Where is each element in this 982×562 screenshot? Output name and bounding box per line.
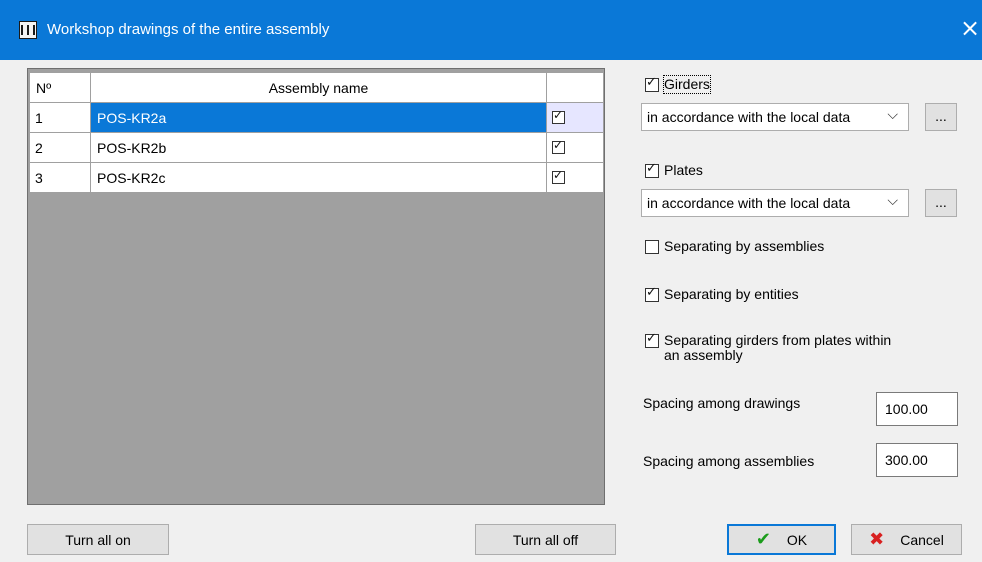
row-number: 3 xyxy=(29,162,91,193)
girders-mode-value: in accordance with the local data xyxy=(647,109,851,125)
title-bar[interactable]: Workshop drawings of the entire assembly… xyxy=(0,0,982,60)
cancel-label: Cancel xyxy=(900,531,944,548)
assembly-name-cell[interactable]: POS-KR2a xyxy=(90,102,547,133)
separate-by-assemblies-checkbox[interactable] xyxy=(645,240,659,254)
column-header-assembly-name[interactable]: Assembly name xyxy=(90,72,547,103)
include-checkbox[interactable] xyxy=(552,138,565,154)
girders-more-button[interactable]: ... xyxy=(925,103,957,131)
spacing-assemblies-input[interactable] xyxy=(876,443,958,477)
separate-by-assemblies-label[interactable]: Separating by assemblies xyxy=(664,238,824,255)
row-number: 2 xyxy=(29,132,91,163)
cross-icon: ✖ xyxy=(869,529,885,550)
ok-button[interactable]: ✔ OK xyxy=(727,524,836,555)
row-number: 1 xyxy=(29,102,91,133)
checkmark-icon: ✔ xyxy=(755,529,771,550)
assembly-grid[interactable]: Nº Assembly name 1 POS-KR2a 2 POS-KR2b xyxy=(27,68,605,505)
window-title: Workshop drawings of the entire assembly xyxy=(47,21,330,38)
include-cell[interactable] xyxy=(546,132,604,163)
column-header-include[interactable] xyxy=(546,72,604,103)
separate-by-entities-checkbox[interactable] xyxy=(645,285,659,302)
table-row[interactable]: 1 POS-KR2a xyxy=(29,102,604,133)
close-icon[interactable]: × xyxy=(960,16,980,40)
spacing-assemblies-label: Spacing among assemblies xyxy=(643,453,815,469)
cancel-button[interactable]: ✖ Cancel xyxy=(851,524,962,555)
chevron-down-icon: ⌵ xyxy=(887,193,898,209)
plates-label[interactable]: Plates xyxy=(664,162,703,179)
separate-girders-plates-checkbox[interactable] xyxy=(645,331,659,348)
ok-label: OK xyxy=(786,531,808,548)
include-cell[interactable] xyxy=(546,162,604,193)
column-header-number[interactable]: Nº xyxy=(29,72,91,103)
chevron-down-icon: ⌵ xyxy=(887,107,898,123)
assembly-name-cell[interactable]: POS-KR2b xyxy=(90,132,547,163)
plates-mode-value: in accordance with the local data xyxy=(647,195,851,211)
turn-all-off-button[interactable]: Turn all off xyxy=(475,524,616,555)
spacing-drawings-label: Spacing among drawings xyxy=(643,395,801,411)
assembly-table: Nº Assembly name 1 POS-KR2a 2 POS-KR2b xyxy=(29,72,604,193)
girders-checkbox[interactable] xyxy=(645,75,659,92)
table-row[interactable]: 3 POS-KR2c xyxy=(29,162,604,193)
include-checkbox[interactable] xyxy=(552,168,565,184)
plates-more-button[interactable]: ... xyxy=(925,189,957,217)
plates-mode-select[interactable]: in accordance with the local data ⌵ xyxy=(641,189,909,217)
separate-girders-plates-label-line2[interactable]: an assembly xyxy=(664,347,743,364)
table-header-row: Nº Assembly name xyxy=(29,72,604,103)
app-icon xyxy=(19,21,37,39)
plates-checkbox[interactable] xyxy=(645,161,659,178)
dialog-window: Workshop drawings of the entire assembly… xyxy=(0,0,982,562)
girders-label[interactable]: Girders xyxy=(663,75,711,94)
turn-all-on-button[interactable]: Turn all on xyxy=(27,524,169,555)
table-row[interactable]: 2 POS-KR2b xyxy=(29,132,604,163)
include-checkbox[interactable] xyxy=(552,108,565,124)
separate-by-entities-label[interactable]: Separating by entities xyxy=(664,286,799,303)
assembly-name-cell[interactable]: POS-KR2c xyxy=(90,162,547,193)
spacing-drawings-input[interactable] xyxy=(876,392,958,426)
include-cell[interactable] xyxy=(546,102,604,133)
girders-mode-select[interactable]: in accordance with the local data ⌵ xyxy=(641,103,909,131)
